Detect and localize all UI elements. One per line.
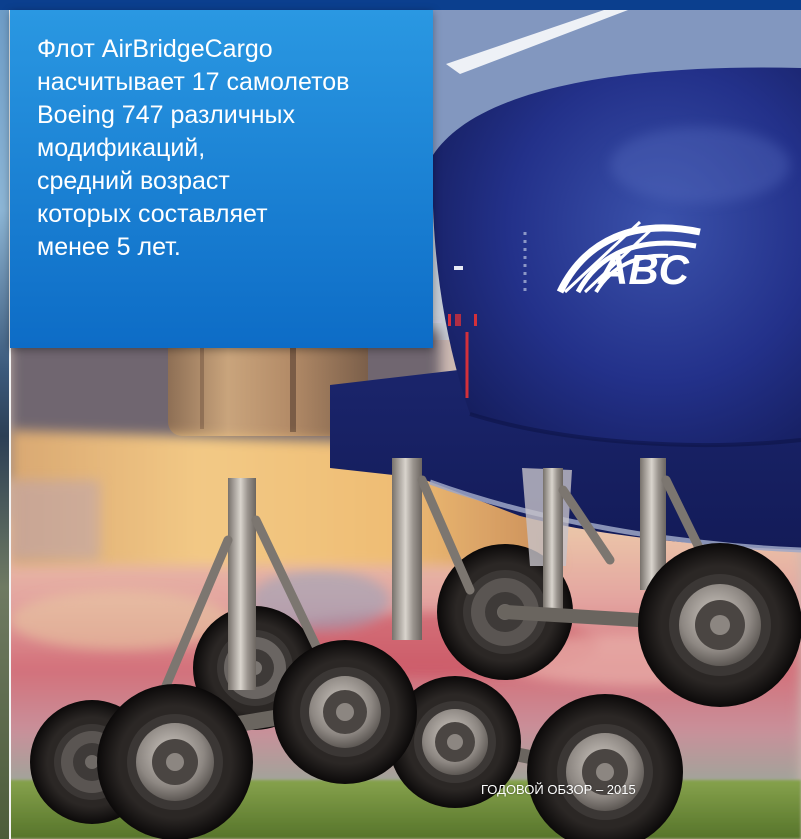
- callout-line: модификаций,: [37, 134, 206, 162]
- exhaust-seam: [200, 345, 204, 429]
- logo-text: ABC: [597, 246, 690, 293]
- exhaust-seam: [290, 340, 296, 432]
- left-photo-strip: [0, 0, 9, 839]
- callout-line: насчитывает 17 самолетов: [37, 68, 350, 96]
- engine-highlight: [610, 127, 790, 203]
- callout-line: которых составляет: [37, 200, 268, 228]
- callout-line: средний возраст: [37, 167, 230, 195]
- report-page: ABC Флот AirBridgeCargo насчитывает 17 с…: [0, 0, 801, 839]
- wheel: [638, 543, 801, 707]
- callout-line: Boeing 747 различных: [37, 101, 296, 129]
- callout-line: Флот AirBridgeCargo: [37, 35, 273, 63]
- wing-flap-shade: [10, 480, 100, 560]
- wheel: [97, 684, 253, 839]
- top-band: [0, 0, 801, 10]
- wheel: [273, 640, 417, 784]
- strut: [392, 458, 422, 640]
- footer-label: ГОДОВОЙ ОБЗОР – 2015: [481, 782, 636, 797]
- callout-box: Флот AirBridgeCargo насчитывает 17 самол…: [10, 10, 433, 348]
- callout-line: менее 5 лет.: [37, 233, 181, 261]
- strut: [228, 478, 256, 690]
